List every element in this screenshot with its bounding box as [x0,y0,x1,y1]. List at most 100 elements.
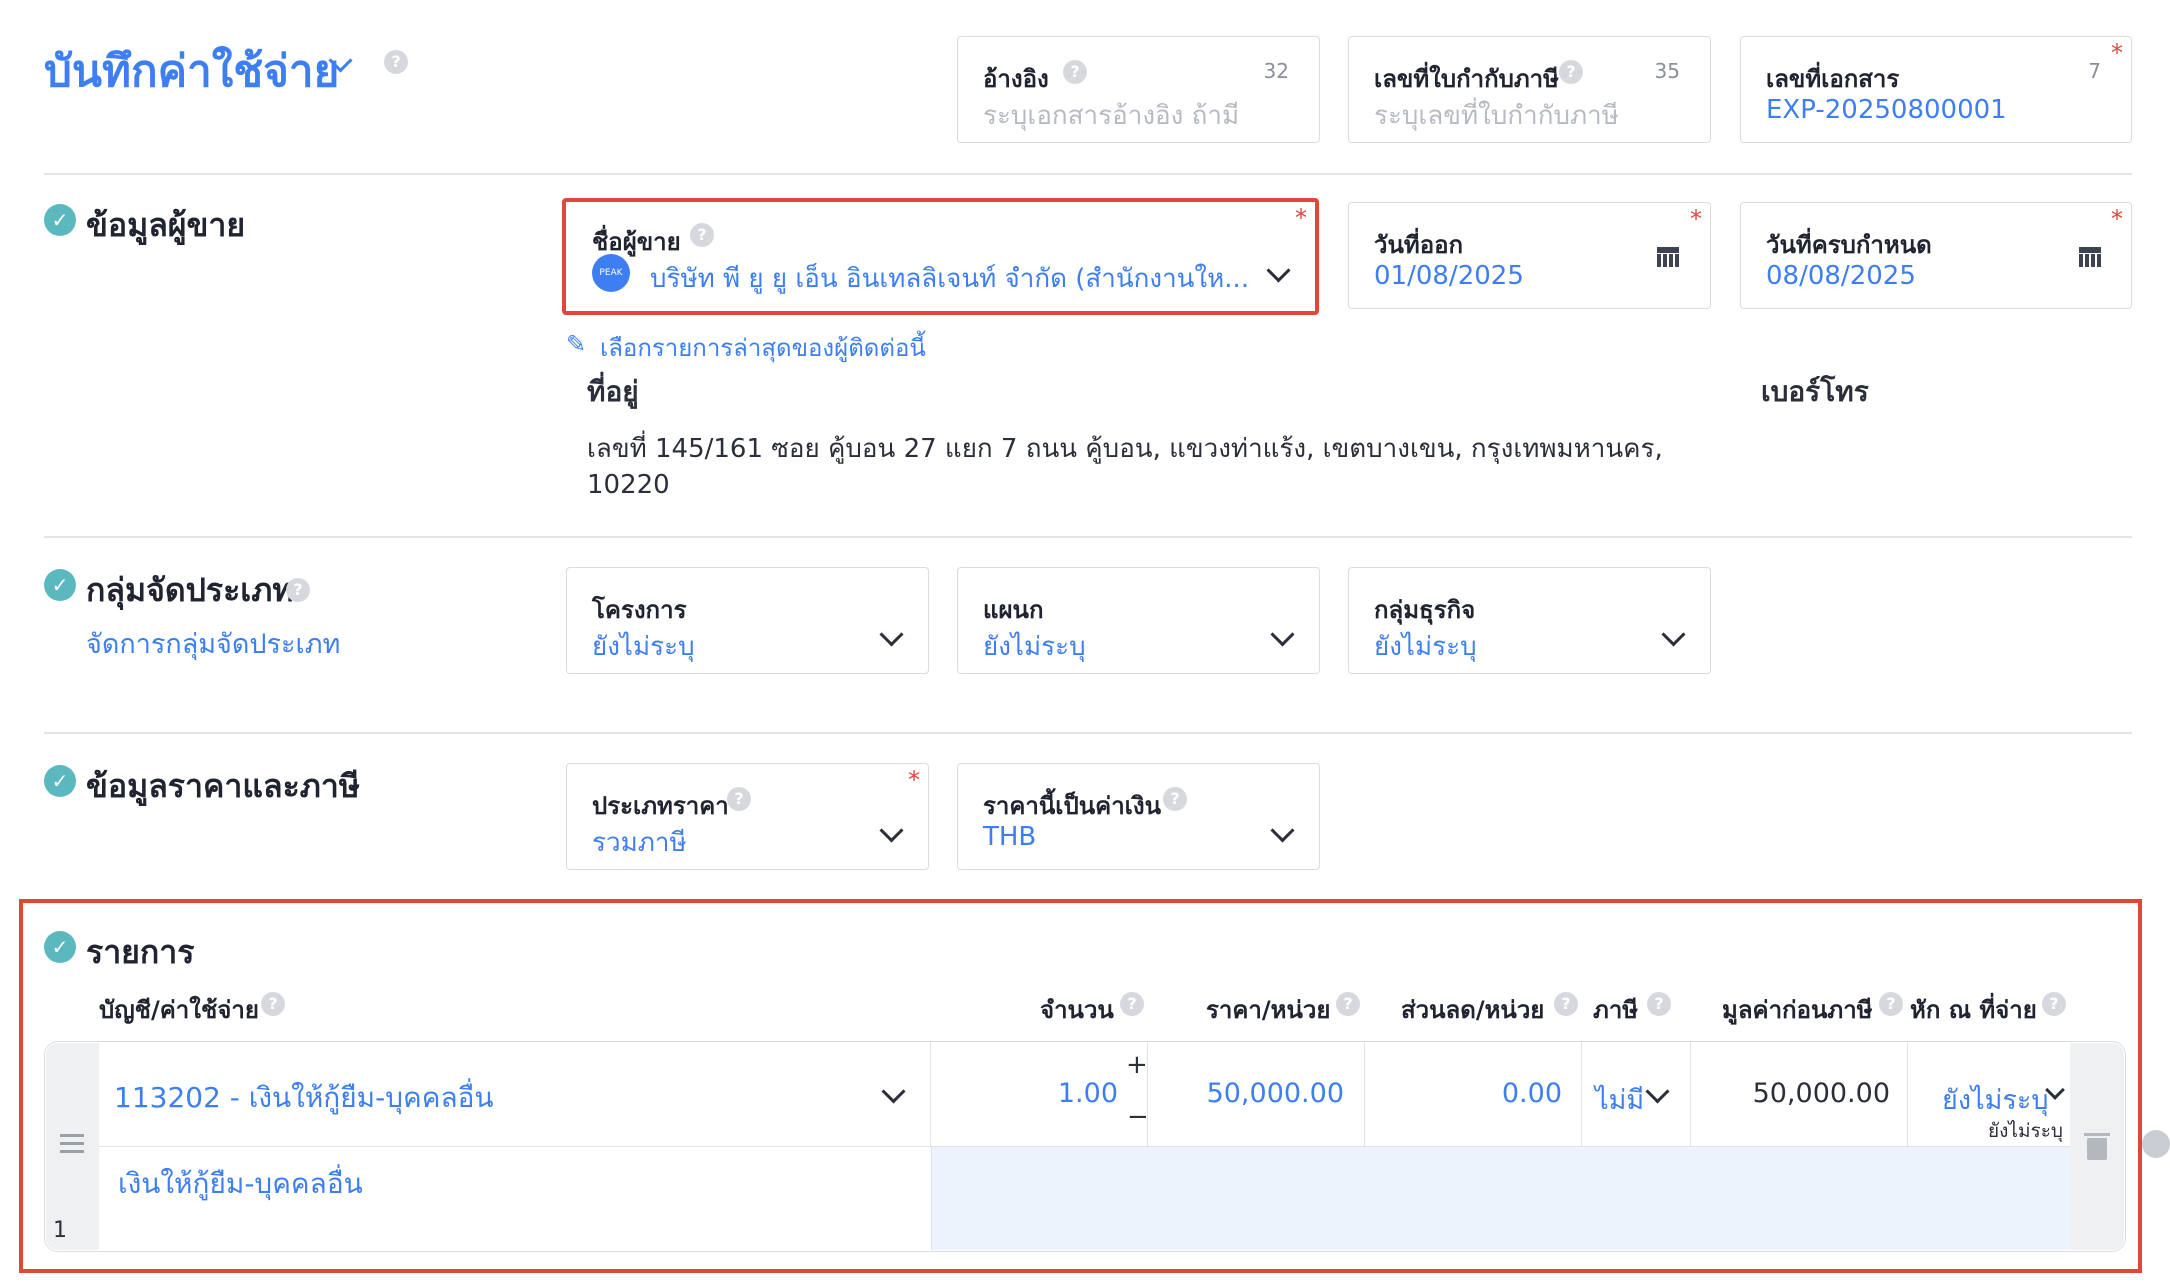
account-value[interactable]: 113202 - เงินให้กู้ยืม-บุคคลอื่น [114,1076,494,1120]
required-marker: * [2111,205,2123,233]
vendor-section-title: ข้อมูลผู้ขาย [86,206,246,244]
help-icon[interactable]: ? [1879,992,1903,1016]
price-type-value[interactable]: รวมภาษี [592,822,687,863]
chevron-down-icon[interactable] [1661,622,1686,647]
trash-icon[interactable] [2087,1138,2107,1160]
tax-value[interactable]: ไม่มี [1595,1078,1644,1121]
items-section-title: รายการ [86,933,195,971]
project-label: โครงการ [592,596,687,624]
price-type-select[interactable]: ประเภทราคา ? * รวมภาษี [566,763,929,870]
calendar-icon[interactable] [2079,245,2101,267]
help-icon[interactable]: ? [286,578,310,602]
phone-label: เบอร์โทร [1761,375,1869,408]
department-label: แผนก [983,596,1044,624]
withholding-sub-label: ยังไม่ระบุ [1988,1120,2063,1142]
help-icon[interactable]: ? [384,50,408,74]
trash-lid [2084,1133,2110,1136]
issue-date-label: วันที่ออก [1374,231,1464,259]
address-line-1: เลขที่ 145/161 ซอย คู้บอน 27 แยก 7 ถนน ค… [587,434,1663,464]
column-header-qty: จำนวน [1040,996,1114,1024]
pie-chart-icon[interactable] [2142,1130,2170,1158]
vendor-avatar: PEAK [592,254,630,292]
drag-handle-icon[interactable] [60,1134,84,1137]
chevron-down-icon[interactable] [879,622,904,647]
required-marker: * [2111,39,2123,67]
column-header-discount: ส่วนลด/หน่วย [1401,996,1545,1024]
due-date-input[interactable]: 08/08/2025 [1766,261,1916,291]
unit-price-value[interactable]: 50,000.00 [1207,1078,1344,1109]
manage-classification-link[interactable]: จัดการกลุ่มจัดประเภท [86,622,340,665]
business-group-value[interactable]: ยังไม่ระบุ [1374,626,1477,667]
department-value[interactable]: ยังไม่ระบุ [983,626,1086,667]
document-no-input[interactable]: EXP-20250800001 [1766,95,2007,125]
project-value[interactable]: ยังไม่ระบุ [592,626,695,667]
column-header-unit-price: ราคา/หน่วย [1206,996,1331,1024]
pre-tax-value: 50,000.00 [1752,1078,1890,1109]
issue-date-input[interactable]: 01/08/2025 [1374,261,1524,291]
vendor-name-field[interactable]: ชื่อผู้ขาย ? * PEAK บริษัท พี ยู ยู เอ็น… [562,198,1319,315]
currency-select[interactable]: ราคานี้เป็นค่าเงิน ? THB [957,763,1320,870]
magic-wand-icon[interactable]: ✎ [566,330,586,358]
help-icon[interactable]: ? [1647,992,1671,1016]
address-line-2: 10220 [587,470,670,500]
project-select[interactable]: โครงการ ยังไม่ระบุ [566,567,929,674]
issue-date-field[interactable]: วันที่ออก * 01/08/2025 [1348,202,1711,309]
increment-icon[interactable]: + [1126,1050,1148,1080]
char-counter: 35 [1654,59,1680,83]
due-date-field[interactable]: วันที่ครบกำหนด * 08/08/2025 [1740,202,2132,309]
description-input[interactable]: เงินให้กู้ยืม-บุคคลอื่น [118,1162,363,1206]
check-icon: ✓ [44,765,76,797]
column-header-pre-tax: มูลค่าก่อนภาษี [1722,996,1873,1024]
calendar-icon[interactable] [1657,245,1679,267]
char-counter: 32 [1263,59,1289,83]
currency-value[interactable]: THB [983,822,1036,852]
tax-invoice-field[interactable]: เลขที่ใบกำกับภาษี ? 35 ระบุเลขที่ใบกำกับ… [1348,36,1711,143]
address-label: ที่อยู่ [587,375,639,408]
recent-items-link[interactable]: เลือกรายการล่าสุดของผู้ติดต่อนี้ [600,328,926,367]
decrement-icon[interactable]: − [1127,1102,1149,1132]
discount-value[interactable]: 0.00 [1502,1078,1562,1109]
char-counter: 7 [2088,59,2101,83]
price-type-label: ประเภทราคา [592,792,729,820]
required-marker: * [1690,205,1702,233]
help-icon[interactable]: ? [1336,992,1360,1016]
reference-label: อ้างอิง [983,65,1049,93]
qty-value[interactable]: 1.00 [1058,1078,1118,1109]
chevron-down-icon[interactable] [1270,622,1295,647]
help-icon[interactable]: ? [1120,992,1144,1016]
description-extra-area[interactable] [931,1147,2070,1250]
help-icon[interactable]: ? [1163,787,1187,811]
tax-invoice-label: เลขที่ใบกำกับภาษี [1374,65,1559,93]
help-icon[interactable]: ? [2042,992,2066,1016]
vendor-name-value[interactable]: บริษัท พี ยู ยู เอ็น อินเทลลิเจนท์ จำกัด… [650,258,1249,299]
column-header-withholding: หัก ณ ที่จ่าย [1910,996,2037,1024]
help-icon[interactable]: ? [261,992,285,1016]
required-marker: * [908,766,920,794]
business-group-select[interactable]: กลุ่มธุรกิจ ยังไม่ระบุ [1348,567,1711,674]
divider [44,536,2132,538]
help-icon[interactable]: ? [1554,992,1578,1016]
reference-input[interactable]: ระบุเอกสารอ้างอิง ถ้ามี [983,95,1239,136]
required-marker: * [1295,204,1307,232]
document-no-field[interactable]: เลขที่เอกสาร 7 * EXP-20250800001 [1740,36,2132,143]
check-icon: ✓ [44,204,76,236]
chevron-down-icon[interactable] [1270,818,1295,843]
page-title[interactable]: บันทึกค่าใช้จ่าย [44,36,339,106]
column-header-tax: ภาษี [1593,996,1639,1024]
reference-field[interactable]: อ้างอิง ? 32 ระบุเอกสารอ้างอิง ถ้ามี [957,36,1320,143]
help-icon[interactable]: ? [690,223,714,247]
row-number: 1 [53,1218,67,1243]
department-select[interactable]: แผนก ยังไม่ระบุ [957,567,1320,674]
chevron-down-icon[interactable] [879,818,904,843]
pricing-section-title: ข้อมูลราคาและภาษี [86,767,360,805]
business-group-label: กลุ่มธุรกิจ [1374,596,1476,624]
help-icon[interactable]: ? [727,787,751,811]
column-header-account: บัญชี/ค่าใช้จ่าย [99,996,259,1024]
tax-invoice-input[interactable]: ระบุเลขที่ใบกำกับภาษี [1374,95,1619,136]
help-icon[interactable]: ? [1559,60,1583,84]
chevron-down-icon[interactable] [1266,258,1291,283]
withholding-value[interactable]: ยังไม่ระบุ [1942,1078,2049,1121]
divider [44,732,2132,734]
help-icon[interactable]: ? [1063,60,1087,84]
due-date-label: วันที่ครบกำหนด [1766,231,1932,259]
